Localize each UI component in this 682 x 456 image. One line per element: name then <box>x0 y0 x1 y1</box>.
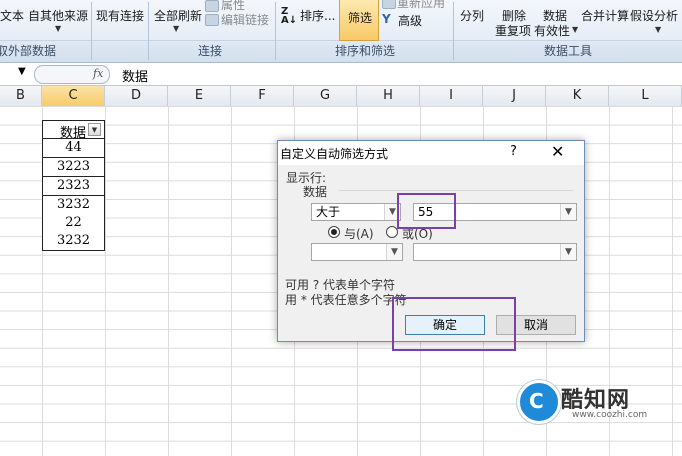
formula-bar: ▼ fx 数据 <box>0 63 682 86</box>
field-name-label: 数据 <box>303 185 328 199</box>
remove-duplicates-label: 重复项 <box>495 24 532 38</box>
column-header-active[interactable]: C <box>42 86 105 106</box>
divider <box>339 190 573 191</box>
column-header[interactable]: G <box>294 86 357 106</box>
data-cell[interactable]: 44 <box>42 139 105 158</box>
column-header[interactable]: H <box>357 86 420 106</box>
dialog-title: 自定义自动筛选方式 <box>280 147 389 161</box>
edit-links-button[interactable]: 编辑链接 <box>221 11 269 28</box>
help-button[interactable]: ? <box>510 144 517 159</box>
chevron-down-icon: ▼ <box>560 244 576 260</box>
column-header[interactable]: F <box>231 86 294 106</box>
chevron-down-icon: ▼ <box>560 204 576 220</box>
filter-label: 筛选 <box>348 11 373 25</box>
ok-button[interactable]: 确定 <box>405 315 485 335</box>
column-header[interactable]: L <box>609 86 682 106</box>
column-header[interactable]: K <box>546 86 609 106</box>
condition1-value-text: 55 <box>418 205 434 219</box>
properties-icon <box>205 0 219 12</box>
group-label-external-data: 取外部数据 <box>0 44 57 58</box>
data-cell[interactable]: 3232 <box>42 196 105 215</box>
name-box-dropdown-icon[interactable]: ▼ <box>18 66 26 77</box>
ribbon: 文本 自其他来源 ▼ 现有连接 取外部数据 全部刷新 ▼ 属性 编辑链接 连接 … <box>0 0 682 63</box>
column-header[interactable]: J <box>483 86 546 106</box>
watermark-logo: C <box>517 380 561 424</box>
watermark-url: www.coozhi.com <box>572 410 648 420</box>
from-text-button[interactable]: 文本 <box>0 7 24 24</box>
refresh-all-button[interactable]: 全部刷新 <box>154 7 202 24</box>
formula-input[interactable]: 数据 <box>122 66 148 85</box>
divider <box>275 2 276 60</box>
or-radio[interactable] <box>386 226 398 238</box>
chevron-down-icon: ▼ <box>55 24 62 33</box>
condition2-value-combobox[interactable]: ▼ <box>413 243 577 261</box>
data-validation-label: 有效性 <box>534 24 571 38</box>
condition2-operator-select[interactable]: ▼ <box>311 243 403 261</box>
edit-links-icon <box>205 14 219 26</box>
insert-function-icon[interactable]: fx <box>93 67 103 80</box>
chevron-down-icon: ▼ <box>572 25 579 34</box>
consolidate-button[interactable]: 合并计算 <box>581 7 629 24</box>
divider <box>453 2 454 60</box>
what-if-analysis-button[interactable]: 假设分析 <box>630 7 678 24</box>
chevron-down-icon: ▼ <box>173 24 180 33</box>
condition1-operator-select[interactable]: 大于 ▼ <box>311 203 401 221</box>
advanced-button[interactable]: 高级 <box>398 12 422 29</box>
chevron-down-icon: ▼ <box>384 204 400 220</box>
column-header[interactable]: I <box>420 86 483 106</box>
advanced-filter-icon: Y <box>382 12 391 26</box>
condition1-operator-value: 大于 <box>316 205 341 219</box>
autofilter-dropdown-icon[interactable]: ▼ <box>88 123 101 136</box>
chevron-down-icon: ▼ <box>386 244 402 260</box>
condition1-value-combobox[interactable]: 55 ▼ <box>413 203 577 221</box>
group-label-data-tools: 数据工具 <box>544 44 593 58</box>
cancel-button[interactable]: 取消 <box>496 315 576 335</box>
reapply-button[interactable]: 重新应用 <box>397 0 445 11</box>
column-header[interactable]: E <box>168 86 231 106</box>
existing-connections-button[interactable]: 现有连接 <box>96 7 144 24</box>
or-label: 或(O) <box>402 227 433 241</box>
sort-button[interactable]: 排序... <box>300 7 335 24</box>
watermark-logo-glyph: C <box>529 389 544 413</box>
data-cell[interactable]: 3223 <box>42 158 105 177</box>
reapply-icon <box>382 0 396 9</box>
column-header[interactable]: D <box>105 86 168 106</box>
wildcard-hint-multi: 用 * 代表任意多个字符 <box>285 293 407 307</box>
custom-autofilter-dialog: 自定义自动筛选方式 ? ✕ 显示行: 数据 大于 ▼ 55 ▼ 与(A) 或(O… <box>277 140 585 342</box>
text-to-columns-button[interactable]: 分列 <box>460 7 484 24</box>
data-cell[interactable]: 22 <box>42 214 105 233</box>
chevron-down-icon: ▼ <box>655 25 662 34</box>
close-button[interactable]: ✕ <box>551 142 564 161</box>
group-label-connections: 连接 <box>198 44 223 58</box>
data-cell[interactable]: 2323 <box>42 177 105 196</box>
column-header[interactable]: B <box>0 86 42 106</box>
from-other-sources-button[interactable]: 自其他来源 <box>28 7 88 24</box>
group-label-sort-filter: 排序和筛选 <box>335 44 396 58</box>
data-cell[interactable]: 3232 <box>42 232 105 251</box>
sort-az-icon[interactable]: Z A↓ <box>281 7 297 26</box>
divider <box>148 2 149 60</box>
column-headers: B C D E F G H I J K L <box>0 86 682 107</box>
and-label: 与(A) <box>344 227 374 241</box>
and-radio[interactable] <box>328 226 340 238</box>
divider <box>91 2 92 60</box>
